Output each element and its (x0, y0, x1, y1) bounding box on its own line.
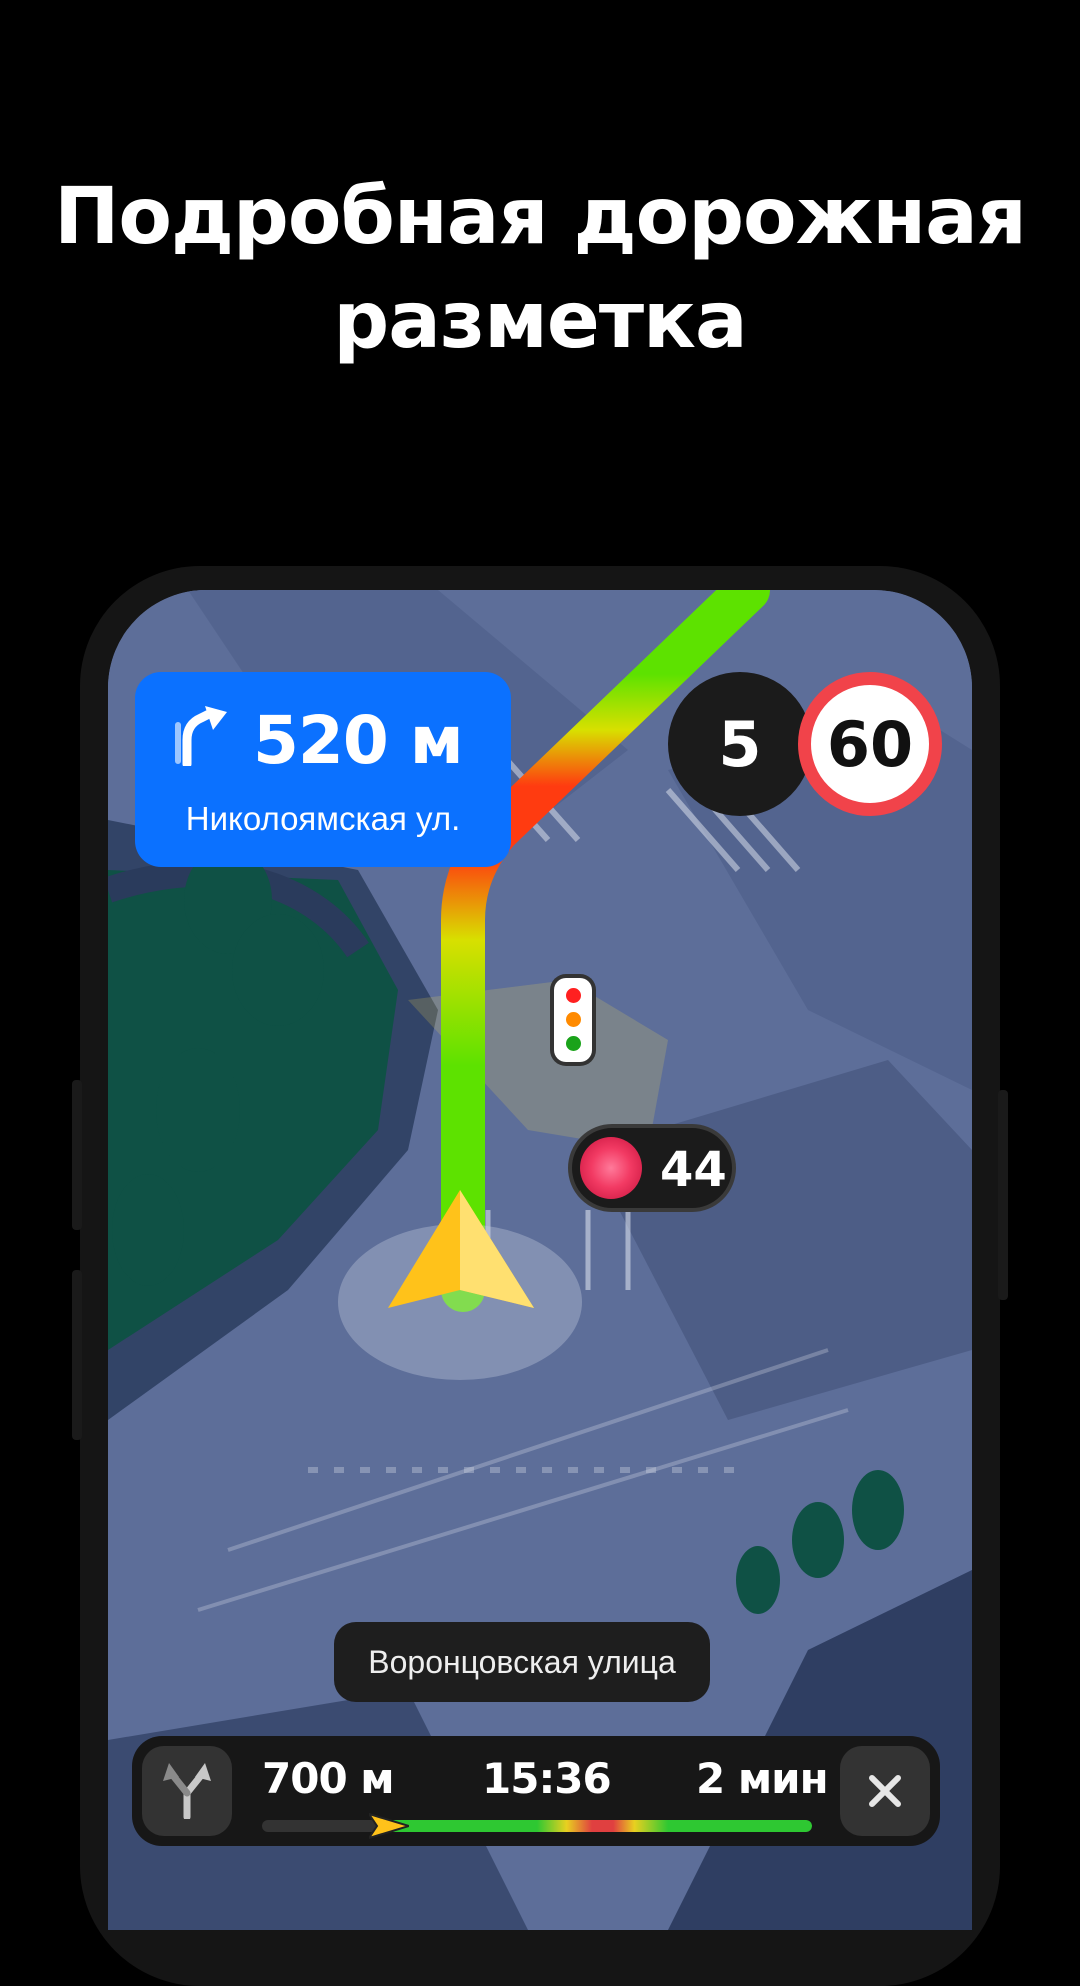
progress-car-marker (369, 1812, 409, 1840)
route-progress-fill (389, 1820, 812, 1832)
phone-side-button (72, 1080, 82, 1230)
current-street-toast: Воронцовская улица (334, 1622, 710, 1702)
headline-line-1: Подробная дорожная (54, 172, 1027, 262)
speed-limit-sign: 60 (798, 672, 942, 816)
maneuver-distance: 520 м (253, 702, 464, 779)
remaining-time: 2 мин (696, 1754, 829, 1803)
traffic-light-yellow (566, 1012, 581, 1027)
headline-line-2: разметка (333, 276, 747, 366)
route-fork-icon (163, 1763, 211, 1819)
phone-side-button (72, 1270, 82, 1440)
remaining-distance: 700 м (262, 1754, 395, 1803)
countdown-value: 44 (660, 1142, 727, 1198)
traffic-light-red (566, 988, 581, 1003)
headline: Подробная дорожная разметка (0, 165, 1080, 373)
phone-side-button (998, 1090, 1008, 1300)
maneuver-street: Николоямская ул. (185, 800, 461, 837)
traffic-light-green (566, 1036, 581, 1051)
maneuver-card[interactable]: 520 м Николоямская ул. (135, 672, 511, 867)
close-icon (869, 1775, 901, 1807)
red-signal-icon (580, 1137, 642, 1199)
route-bottom-bar: 700 м 15:36 2 мин (132, 1736, 940, 1846)
arrival-time: 15:36 (482, 1754, 612, 1803)
current-speed: 5 (668, 672, 812, 816)
traffic-light-icon (554, 978, 592, 1062)
turn-right-icon (175, 706, 227, 766)
close-route-button[interactable] (840, 1746, 930, 1836)
route-options-button[interactable] (142, 1746, 232, 1836)
map-screen[interactable]: 520 м Николоямская ул. 5 60 44 Воронцовс… (108, 590, 972, 1930)
traffic-light-countdown: 44 (568, 1124, 736, 1212)
route-progress-bar (262, 1820, 812, 1832)
